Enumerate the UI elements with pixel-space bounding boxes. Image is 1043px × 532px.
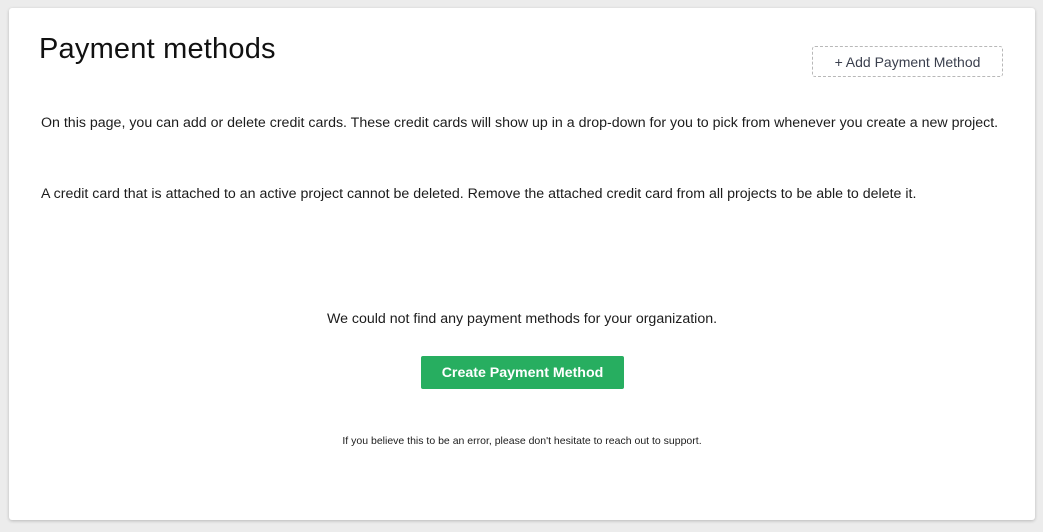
- add-payment-method-label: Add Payment Method: [845, 53, 981, 70]
- create-payment-method-button[interactable]: Create Payment Method: [421, 356, 624, 389]
- delete-restriction-paragraph: A credit card that is attached to an act…: [41, 186, 917, 202]
- support-note: If you believe this to be an error, plea…: [342, 435, 702, 447]
- intro-paragraph: On this page, you can add or delete cred…: [41, 115, 999, 131]
- payment-methods-card: Payment methods + Add Payment Method On …: [9, 8, 1035, 520]
- plus-icon: +: [834, 53, 843, 70]
- add-payment-method-button[interactable]: + Add Payment Method: [812, 46, 1003, 77]
- page-title: Payment methods: [39, 33, 276, 65]
- empty-state-message: We could not find any payment methods fo…: [326, 311, 718, 327]
